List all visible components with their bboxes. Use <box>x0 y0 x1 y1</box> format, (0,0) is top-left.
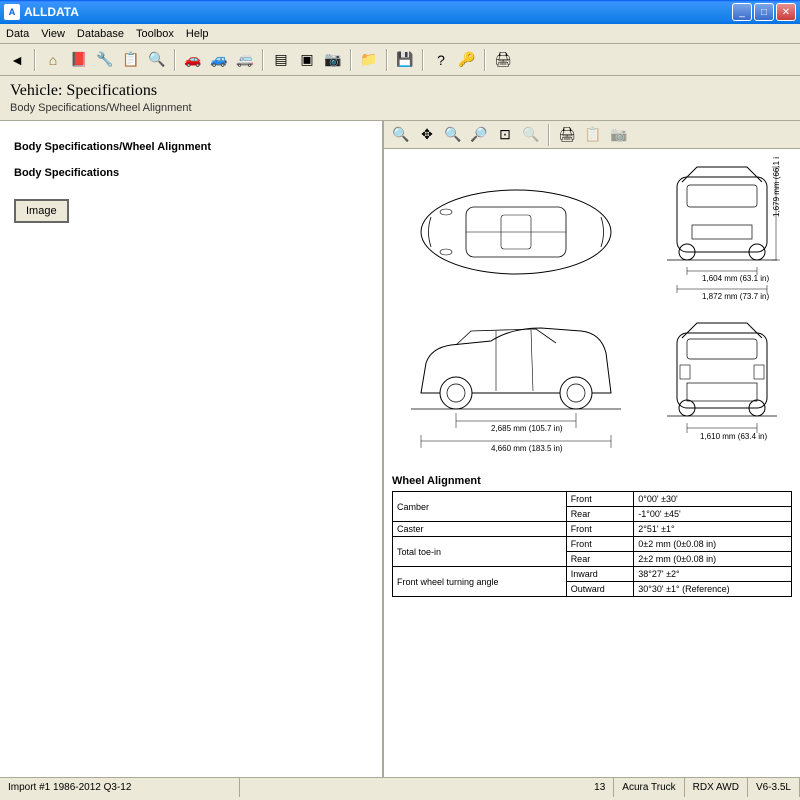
camera2-icon[interactable]: 📷 <box>608 124 630 146</box>
orange-car-icon[interactable]: 🚐 <box>234 49 256 71</box>
cell-val: 0°00' ±30' <box>634 492 792 507</box>
cell-val: 2±2 mm (0±0.08 in) <box>634 552 792 567</box>
cell-param: Total toe-in <box>393 537 567 567</box>
window-title: ALLDATA <box>24 5 732 19</box>
cell-pos: Front <box>566 492 634 507</box>
app-icon: A <box>4 4 20 20</box>
alignment-table: Camber Front 0°00' ±30' Rear -1°00' ±45'… <box>392 491 792 597</box>
car-side-view: 2,685 mm (105.7 in) 4,660 mm (183.5 in) <box>392 313 640 463</box>
breadcrumb: Body Specifications/Wheel Alignment <box>10 102 790 114</box>
menu-database[interactable]: Database <box>77 28 124 40</box>
right-panel: 🔍 ✥ 🔍 🔎 ⊡ 🔍 🖨 📋 📷 <box>384 121 800 777</box>
cell-pos: Front <box>566 537 634 552</box>
red-car-icon[interactable]: 🚗 <box>182 49 204 71</box>
dim-height: 1,679 mm (66.1 in) <box>772 157 781 217</box>
table-row: Camber Front 0°00' ±30' <box>393 492 792 507</box>
close-button[interactable]: ✕ <box>776 3 796 21</box>
tool1-icon[interactable]: 🔧 <box>94 49 116 71</box>
help-icon[interactable]: ? <box>430 49 452 71</box>
key-icon[interactable]: 🔑 <box>456 49 478 71</box>
cell-val: 30°30' ±1° (Reference) <box>634 582 792 597</box>
cell-val: 2°51' ±1° <box>634 522 792 537</box>
cell-val: -1°00' ±45' <box>634 507 792 522</box>
page-header: Vehicle: Specifications Body Specificati… <box>0 76 800 121</box>
cell-pos: Rear <box>566 507 634 522</box>
table-row: Total toe-in Front 0±2 mm (0±0.08 in) <box>393 537 792 552</box>
cell-param: Front wheel turning angle <box>393 567 567 597</box>
maximize-button[interactable]: □ <box>754 3 774 21</box>
back-button[interactable]: ◄ <box>6 49 28 71</box>
doc-icon[interactable]: ▣ <box>296 49 318 71</box>
image-button[interactable]: Image <box>14 199 69 223</box>
save-icon[interactable]: 💾 <box>394 49 416 71</box>
statusbar: Import #1 1986-2012 Q3-12 13 Acura Truck… <box>0 777 800 797</box>
cell-param: Camber <box>393 492 567 522</box>
left-panel: Body Specifications/Wheel Alignment Body… <box>0 121 384 777</box>
blue-car-icon[interactable]: 🚙 <box>208 49 230 71</box>
cell-val: 38°27' ±2° <box>634 567 792 582</box>
cell-pos: Rear <box>566 552 634 567</box>
image-toolbar: 🔍 ✥ 🔍 🔎 ⊡ 🔍 🖨 📋 📷 <box>384 121 800 149</box>
tool2-icon[interactable]: 📋 <box>120 49 142 71</box>
cell-pos: Inward <box>566 567 634 582</box>
spec-heading-2: Body Specifications <box>14 167 368 179</box>
page-title: Vehicle: Specifications <box>10 82 790 100</box>
copy-icon[interactable]: 📋 <box>582 124 604 146</box>
table-row: Caster Front 2°51' ±1° <box>393 522 792 537</box>
dim-wheelbase: 2,685 mm (105.7 in) <box>491 424 563 433</box>
book-icon[interactable]: 📕 <box>68 49 90 71</box>
pan-icon[interactable]: ✥ <box>416 124 438 146</box>
zoom-in-icon[interactable]: 🔍 <box>390 124 412 146</box>
zoom-reset-icon[interactable]: 🔍 <box>520 124 542 146</box>
status-num: 13 <box>586 778 614 797</box>
table-row: Front wheel turning angle Inward 38°27' … <box>393 567 792 582</box>
cell-pos: Front <box>566 522 634 537</box>
car-rear-view: 1,610 mm (63.4 in) <box>646 313 798 463</box>
menu-data[interactable]: Data <box>6 28 29 40</box>
spec-heading-1: Body Specifications/Wheel Alignment <box>14 141 368 153</box>
list-icon[interactable]: ▤ <box>270 49 292 71</box>
menubar: Data View Database Toolbox Help <box>0 24 800 44</box>
dim-front-track: 1,604 mm (63.1 in) <box>702 274 769 283</box>
print-image-icon[interactable]: 🖨 <box>556 124 578 146</box>
main-toolbar: ◄ ⌂ 📕 🔧 📋 🔍 🚗 🚙 🚐 ▤ ▣ 📷 📁 💾 ? 🔑 🖨 <box>0 44 800 76</box>
status-engine: V6-3.5L <box>748 778 800 797</box>
cell-val: 0±2 mm (0±0.08 in) <box>634 537 792 552</box>
status-model: RDX AWD <box>685 778 748 797</box>
print-icon[interactable]: 🖨 <box>492 49 514 71</box>
status-import: Import #1 1986-2012 Q3-12 <box>0 778 240 797</box>
minimize-button[interactable]: _ <box>732 3 752 21</box>
wheel-alignment-title: Wheel Alignment <box>392 475 792 487</box>
cell-param: Caster <box>393 522 567 537</box>
dim-rear-track: 1,610 mm (63.4 in) <box>700 432 767 441</box>
camera-icon[interactable]: 📷 <box>322 49 344 71</box>
dim-front-width: 1,872 mm (73.7 in) <box>702 292 769 301</box>
folder-icon[interactable]: 📁 <box>358 49 380 71</box>
zoom-blue-icon[interactable]: 🔍 <box>442 124 464 146</box>
dim-length: 4,660 mm (183.5 in) <box>491 444 563 453</box>
titlebar: A ALLDATA _ □ ✕ <box>0 0 800 24</box>
cell-pos: Outward <box>566 582 634 597</box>
content-area: Body Specifications/Wheel Alignment Body… <box>0 121 800 777</box>
car-front-view: 1,604 mm (63.1 in) 1,872 mm (73.7 in) 1,… <box>646 157 798 307</box>
zoom-out-icon[interactable]: 🔎 <box>468 124 490 146</box>
diagram-area: 1,604 mm (63.1 in) 1,872 mm (73.7 in) 1,… <box>384 149 800 777</box>
menu-view[interactable]: View <box>41 28 65 40</box>
home-icon[interactable]: ⌂ <box>42 49 64 71</box>
wheel-alignment-section: Wheel Alignment Camber Front 0°00' ±30' … <box>392 475 792 597</box>
menu-help[interactable]: Help <box>186 28 209 40</box>
menu-toolbox[interactable]: Toolbox <box>136 28 174 40</box>
window-controls: _ □ ✕ <box>732 3 796 21</box>
zoom-fit-icon[interactable]: ⊡ <box>494 124 516 146</box>
tool3-icon[interactable]: 🔍 <box>146 49 168 71</box>
car-top-view <box>392 157 640 307</box>
status-make: Acura Truck <box>614 778 684 797</box>
